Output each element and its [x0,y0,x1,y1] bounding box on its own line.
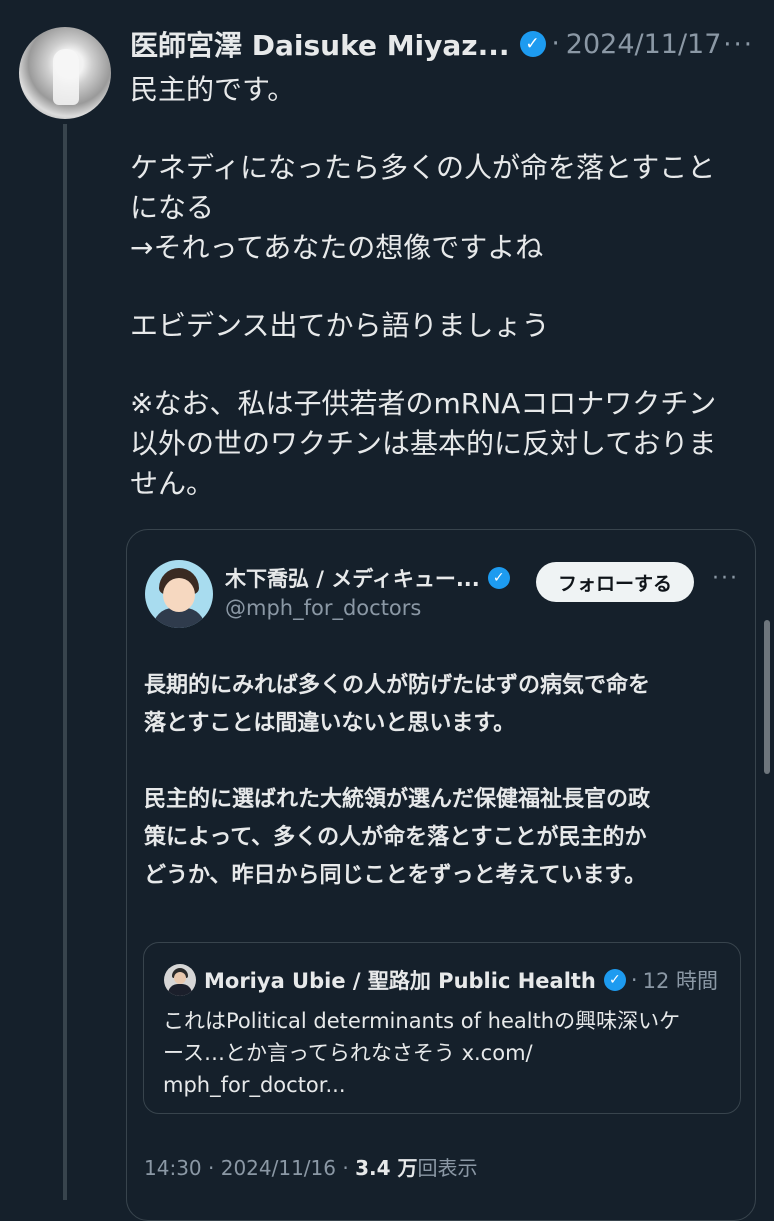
tweet-line: せん。 [130,467,215,500]
quoted-author-name[interactable]: 木下喬弘 / メディキュー... [225,563,480,593]
nested-author-avatar[interactable] [164,964,196,996]
meta-separator: · [342,1156,349,1180]
nested-time-ago: 12 時間 [642,969,718,993]
verified-badge-icon: ✓ [487,567,510,589]
scrollbar[interactable] [764,620,770,774]
quoted-tweet-text: 長期的にみれば多くの人が防げたはずの病気で命を 落とすことは間違いないと思います… [144,667,744,895]
thread-connector-line [63,124,67,1200]
views-label: 回表示 [417,1156,478,1180]
nested-line: これはPolitical determinants of healthの興味深い… [163,1009,681,1033]
header-separator: · [551,29,560,59]
nested-tweet-header: Moriya Ubie / 聖路加 Public Health ✓ · 12 時… [204,965,718,995]
tweet-header: 医師宮澤 Daisuke Miyaz... ✓ · 2024/11/17 [130,22,770,66]
views-count: 3.4 万 [355,1156,418,1180]
author-avatar[interactable] [19,27,111,119]
tweet-line: →それってあなたの想像ですよね [130,231,544,264]
author-name[interactable]: 医師宮澤 Daisuke Miyaz... [130,24,510,64]
tweet-line: ※なお、私は子供若者のmRNAコロナワクチン [130,387,717,420]
nested-author-name[interactable]: Moriya Ubie / 聖路加 Public Health [204,965,596,995]
nested-separator: · [630,968,638,992]
verified-badge-icon: ✓ [519,31,546,57]
tweet-meta: 14:30 · 2024/11/16 · 3.4 万回表示 [144,1152,477,1181]
follow-button[interactable]: フォローする [536,562,694,602]
nested-line: ース…とか言ってられなさそう x.com/ [163,1041,533,1065]
tweet-date[interactable]: 2024/11/17 [566,29,722,60]
more-options-icon[interactable]: ··· [712,566,739,591]
quoted-line: 民主的に選ばれた大統領が選んだ保健福祉長官の政 [144,787,651,812]
meta-date[interactable]: 2024/11/16 [221,1156,336,1180]
quoted-author-header: 木下喬弘 / メディキュー... ✓ [225,563,510,593]
tweet-line: エビデンス出てから語りましょう [130,309,550,342]
tweet-line: 民主的です。 [130,73,296,106]
verified-badge-icon: ✓ [603,969,626,991]
quoted-line: 策によって、多くの人が命を落とすことが民主的か [144,825,647,850]
more-options-icon[interactable]: ··· [723,30,754,60]
nested-tweet-text: これはPolitical determinants of healthの興味深い… [163,1005,723,1101]
quoted-author-handle[interactable]: @mph_for_doctors [225,596,421,620]
quoted-line: 長期的にみれば多くの人が防げたはずの病気で命を [144,673,651,698]
tweet-line: になる [130,191,215,224]
tweet-line: 以外の世のワクチンは基本的に反対しておりま [130,427,717,460]
tweet-text: 民主的です。 ケネディになったら多くの人が命を落とすこと になる →それってあな… [130,70,760,504]
quoted-line: どうか、昨日から同じことをずっと考えています。 [144,863,647,888]
meta-time[interactable]: 14:30 [144,1156,202,1180]
quoted-author-avatar[interactable] [145,560,213,628]
meta-separator: · [208,1156,215,1180]
nested-line: mph_for_doctor... [163,1073,346,1097]
tweet-line: ケネディになったら多くの人が命を落とすこと [130,151,716,184]
quoted-line: 落とすことは間違いないと思います。 [144,711,516,736]
